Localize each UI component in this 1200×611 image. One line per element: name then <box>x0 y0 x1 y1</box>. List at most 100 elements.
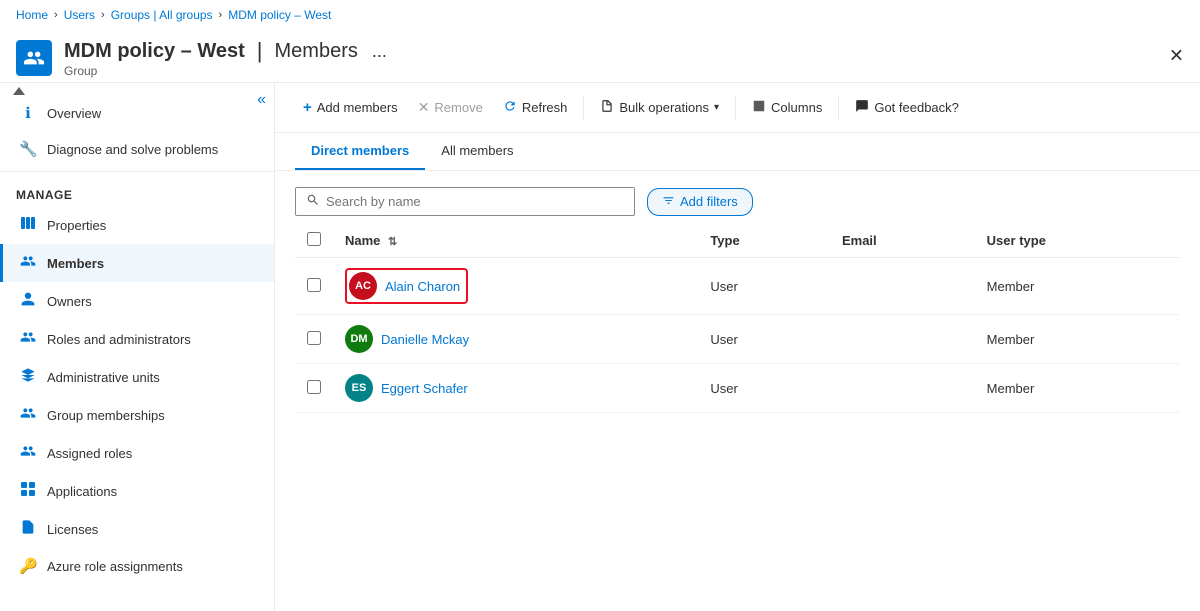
member-name[interactable]: Eggert Schafer <box>381 381 468 396</box>
sidebar-item-roles-admins[interactable]: Roles and administrators <box>0 320 274 358</box>
breadcrumb-users[interactable]: Users <box>64 8 95 22</box>
group-memberships-icon <box>19 405 37 425</box>
feedback-button[interactable]: Got feedback? <box>847 93 967 122</box>
remove-button[interactable]: ✕ Remove <box>410 93 491 122</box>
main-content: + Add members ✕ Remove Refresh <box>275 83 1200 611</box>
sidebar-label-owners: Owners <box>47 294 92 309</box>
search-bar: Add filters <box>275 171 1200 224</box>
sidebar-item-group-memberships[interactable]: Group memberships <box>0 396 274 434</box>
search-input-wrap <box>295 187 635 216</box>
tabs-bar: Direct members All members <box>275 133 1200 171</box>
page-title: MDM policy – West <box>64 40 245 63</box>
member-name[interactable]: Alain Charon <box>385 279 460 294</box>
main-layout: « ℹ Overview 🔧 Diagnose and solve proble… <box>0 83 1200 611</box>
admin-units-icon <box>19 367 37 387</box>
members-icon <box>19 253 37 273</box>
sidebar-item-properties[interactable]: Properties <box>0 206 274 244</box>
remove-icon: ✕ <box>418 99 430 116</box>
email-cell <box>830 315 975 364</box>
sidebar-label-azure-roles: Azure role assignments <box>47 559 183 574</box>
refresh-button[interactable]: Refresh <box>495 93 576 122</box>
page-icon <box>16 40 52 76</box>
members-table-wrap: Name ⇅ Type Email User type ACAlain Char… <box>275 224 1200 413</box>
member-name[interactable]: Danielle Mckay <box>381 332 469 347</box>
sidebar-item-members[interactable]: Members <box>0 244 274 282</box>
type-column-header: Type <box>698 224 830 258</box>
close-button[interactable]: ✕ <box>1169 46 1184 67</box>
breadcrumb-home[interactable]: Home <box>16 8 48 22</box>
type-cell: User <box>698 258 830 315</box>
page-title-block: MDM policy – West | Members ... Group <box>64 38 393 78</box>
sidebar-item-overview[interactable]: ℹ Overview <box>0 95 274 131</box>
page-header: MDM policy – West | Members ... Group ✕ <box>0 30 1200 83</box>
scroll-up-indicator <box>12 86 26 96</box>
assigned-roles-icon <box>19 443 37 463</box>
tab-all-members[interactable]: All members <box>425 133 529 170</box>
email-cell <box>830 364 975 413</box>
toolbar-separator-1 <box>583 96 584 120</box>
add-icon: + <box>303 99 312 116</box>
name-cell: ESEggert Schafer <box>333 364 698 413</box>
name-cell: AC Alain Charon <box>333 258 698 315</box>
table-row: DMDanielle MckayUserMember <box>295 315 1180 364</box>
bulk-operations-button[interactable]: Bulk operations ▾ <box>592 93 727 122</box>
page-subtitle: Group <box>64 64 393 78</box>
ellipsis-button[interactable]: ... <box>366 39 393 64</box>
tab-direct-members[interactable]: Direct members <box>295 133 425 170</box>
row-checkbox-1[interactable] <box>307 331 321 345</box>
azure-roles-icon: 🔑 <box>19 557 37 575</box>
sidebar-label-group-memberships: Group memberships <box>47 408 165 423</box>
email-cell <box>830 258 975 315</box>
row-checkbox-2[interactable] <box>307 380 321 394</box>
search-input[interactable] <box>326 194 624 209</box>
manage-section-label: Manage <box>0 176 274 206</box>
sidebar-label-overview: Overview <box>47 106 101 121</box>
sidebar-label-licenses: Licenses <box>47 522 98 537</box>
sidebar-divider-manage <box>0 171 274 172</box>
page-section: Members <box>275 40 358 63</box>
add-filters-button[interactable]: Add filters <box>647 188 753 216</box>
search-icon <box>306 193 320 210</box>
sidebar-item-owners[interactable]: Owners <box>0 282 274 320</box>
sidebar-item-applications[interactable]: Applications <box>0 472 274 510</box>
sidebar-item-admin-units[interactable]: Administrative units <box>0 358 274 396</box>
name-column-header: Name ⇅ <box>333 224 698 258</box>
avatar: DM <box>345 325 373 353</box>
sidebar-item-azure-roles[interactable]: 🔑 Azure role assignments <box>0 548 274 584</box>
sidebar-label-members: Members <box>47 256 104 271</box>
feedback-icon <box>855 99 869 116</box>
row-checkbox-0[interactable] <box>307 278 321 292</box>
type-cell: User <box>698 315 830 364</box>
sidebar-item-licenses[interactable]: Licenses <box>0 510 274 548</box>
sidebar-item-diagnose[interactable]: 🔧 Diagnose and solve problems <box>0 131 274 167</box>
columns-icon <box>752 99 766 116</box>
highlighted-name-cell: AC Alain Charon <box>345 268 468 304</box>
sidebar-label-properties: Properties <box>47 218 106 233</box>
members-table: Name ⇅ Type Email User type ACAlain Char… <box>295 224 1180 413</box>
breadcrumb: Home › Users › Groups | All groups › MDM… <box>0 0 1200 30</box>
collapse-sidebar-button[interactable]: « <box>257 91 266 109</box>
bulk-chevron-icon: ▾ <box>714 102 719 113</box>
sidebar-label-assigned-roles: Assigned roles <box>47 446 132 461</box>
table-row: ESEggert SchaferUserMember <box>295 364 1180 413</box>
avatar: AC <box>349 272 377 300</box>
toolbar-separator-3 <box>838 96 839 120</box>
sidebar-label-diagnose: Diagnose and solve problems <box>47 142 218 157</box>
add-members-button[interactable]: + Add members <box>295 93 406 122</box>
roles-icon <box>19 329 37 349</box>
select-all-checkbox[interactable] <box>307 232 321 246</box>
sidebar: « ℹ Overview 🔧 Diagnose and solve proble… <box>0 83 275 611</box>
toolbar: + Add members ✕ Remove Refresh <box>275 83 1200 133</box>
table-row: ACAlain CharonUserMember <box>295 258 1180 315</box>
columns-button[interactable]: Columns <box>744 93 830 122</box>
applications-icon <box>19 481 37 501</box>
info-icon: ℹ <box>19 104 37 122</box>
breadcrumb-current[interactable]: MDM policy – West <box>228 8 331 22</box>
properties-icon <box>19 215 37 235</box>
breadcrumb-groups[interactable]: Groups | All groups <box>111 8 213 22</box>
type-cell: User <box>698 364 830 413</box>
owners-icon <box>19 291 37 311</box>
sort-icon[interactable]: ⇅ <box>388 236 397 248</box>
sidebar-label-admin-units: Administrative units <box>47 370 160 385</box>
sidebar-item-assigned-roles[interactable]: Assigned roles <box>0 434 274 472</box>
